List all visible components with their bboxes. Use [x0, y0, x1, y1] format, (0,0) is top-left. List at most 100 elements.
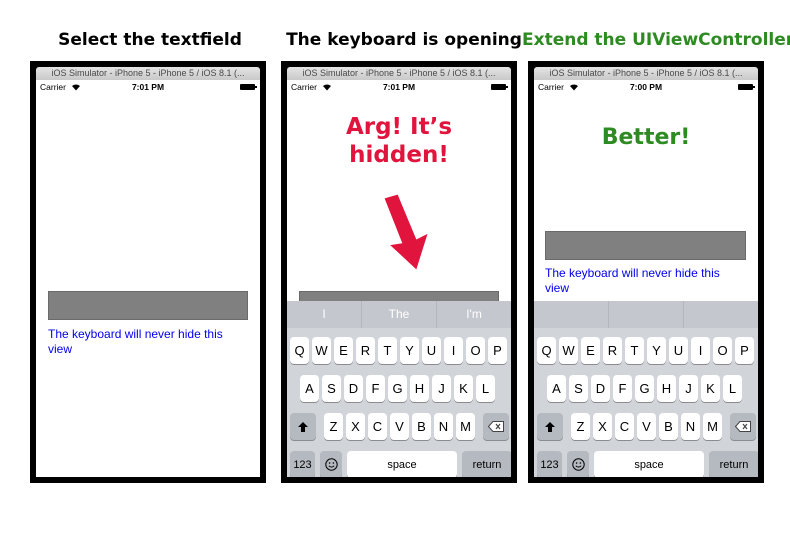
window-titlebar[interactable]: iOS Simulator - iPhone 5 - iPhone 5 / iO…: [534, 67, 758, 80]
status-bar: Carrier 7:01 PM: [36, 80, 260, 94]
delete-key[interactable]: [730, 413, 756, 440]
numbers-key[interactable]: 123: [537, 451, 562, 477]
status-bar: Carrier 7:01 PM: [287, 80, 511, 94]
keyboard-hint-label: The keyboard will never hide this view: [48, 327, 223, 356]
letter-key[interactable]: X: [593, 413, 612, 440]
window-titlebar[interactable]: iOS Simulator - iPhone 5 - iPhone 5 / iO…: [36, 67, 260, 80]
letter-key[interactable]: S: [569, 375, 588, 402]
keyboard-row-4: 123 space return: [537, 451, 758, 477]
keyboard-hint-label: The keyboard will never hide this view: [545, 266, 720, 295]
letter-key[interactable]: A: [547, 375, 566, 402]
letter-key[interactable]: G: [388, 375, 407, 402]
letter-key[interactable]: Z: [571, 413, 590, 440]
letter-key[interactable]: L: [476, 375, 495, 402]
keyboard-row-2: ASDFGHJKL: [300, 375, 495, 402]
suggestion-item[interactable]: The: [362, 301, 437, 328]
emoji-key[interactable]: [567, 451, 589, 477]
letter-key[interactable]: X: [346, 413, 365, 440]
letter-key[interactable]: I: [444, 337, 463, 364]
letter-key[interactable]: N: [434, 413, 453, 440]
letter-key[interactable]: G: [635, 375, 654, 402]
letter-key[interactable]: E: [334, 337, 353, 364]
letter-key[interactable]: S: [322, 375, 341, 402]
suggestion-item[interactable]: [684, 301, 758, 328]
space-key[interactable]: space: [594, 451, 704, 477]
keyboard-row-2: ASDFGHJKL: [547, 375, 742, 402]
suggestion-item[interactable]: I: [287, 301, 362, 328]
letter-key[interactable]: B: [412, 413, 431, 440]
phone-screen: Carrier 7:00 PM Better! The keyboard wil…: [534, 80, 758, 477]
letter-key[interactable]: I: [691, 337, 710, 364]
letter-key[interactable]: L: [723, 375, 742, 402]
letter-key[interactable]: P: [735, 337, 754, 364]
shift-arrow-icon: [298, 421, 308, 432]
letter-key[interactable]: P: [488, 337, 507, 364]
status-time: 7:01 PM: [382, 82, 416, 92]
keyboard-row-1: QWERTYUIOP: [290, 337, 507, 364]
letter-key[interactable]: D: [591, 375, 610, 402]
suggestion-item[interactable]: [534, 301, 609, 328]
delete-key[interactable]: [483, 413, 509, 440]
letter-key[interactable]: H: [410, 375, 429, 402]
phone-screen: Carrier 7:01 PM Arg! It’s hidden! I The …: [287, 80, 511, 477]
letter-key[interactable]: U: [669, 337, 688, 364]
letter-key[interactable]: Y: [647, 337, 666, 364]
window-titlebar[interactable]: iOS Simulator - iPhone 5 - iPhone 5 / iO…: [287, 67, 511, 80]
letter-key[interactable]: M: [456, 413, 475, 440]
letter-keys-row-3: ZXCVBNM: [324, 413, 475, 440]
numbers-key[interactable]: 123: [290, 451, 315, 477]
letter-key[interactable]: J: [679, 375, 698, 402]
letter-key[interactable]: R: [603, 337, 622, 364]
letter-key[interactable]: K: [454, 375, 473, 402]
letter-key[interactable]: Q: [537, 337, 556, 364]
shift-key[interactable]: [290, 413, 316, 440]
letter-key[interactable]: R: [356, 337, 375, 364]
letter-key[interactable]: T: [378, 337, 397, 364]
text-field[interactable]: [545, 231, 746, 260]
letter-key[interactable]: Z: [324, 413, 343, 440]
simulator-window-1: iOS Simulator - iPhone 5 - iPhone 5 / iO…: [30, 61, 266, 483]
letter-key[interactable]: A: [300, 375, 319, 402]
return-key[interactable]: return: [462, 451, 511, 477]
letter-key[interactable]: O: [713, 337, 732, 364]
hidden-callout: Arg! It’s hidden!: [345, 114, 453, 168]
phone-screen: Carrier 7:01 PM The keyboard will never …: [36, 80, 260, 477]
text-field[interactable]: [48, 291, 248, 320]
heading-keyboard-opening: The keyboard is opening: [286, 30, 522, 50]
letter-key[interactable]: V: [390, 413, 409, 440]
space-key[interactable]: space: [347, 451, 457, 477]
letter-key[interactable]: E: [581, 337, 600, 364]
letter-key[interactable]: C: [368, 413, 387, 440]
letter-key[interactable]: Y: [400, 337, 419, 364]
letter-key[interactable]: O: [466, 337, 485, 364]
letter-key[interactable]: Q: [290, 337, 309, 364]
shift-arrow-icon: [545, 421, 555, 432]
heading-select-textfield: Select the textfield: [58, 30, 242, 50]
letter-key[interactable]: N: [681, 413, 700, 440]
letter-key[interactable]: C: [615, 413, 634, 440]
return-key[interactable]: return: [709, 451, 758, 477]
suggestion-item[interactable]: I'm: [437, 301, 511, 328]
battery-icon: [240, 84, 257, 90]
keyboard-row-1: QWERTYUIOP: [537, 337, 754, 364]
letter-key[interactable]: F: [613, 375, 632, 402]
letter-key[interactable]: K: [701, 375, 720, 402]
letter-key[interactable]: F: [366, 375, 385, 402]
letter-key[interactable]: W: [559, 337, 578, 364]
letter-keys-row-3: ZXCVBNM: [571, 413, 722, 440]
letter-key[interactable]: W: [312, 337, 331, 364]
letter-key[interactable]: M: [703, 413, 722, 440]
letter-key[interactable]: V: [637, 413, 656, 440]
letter-key[interactable]: B: [659, 413, 678, 440]
letter-key[interactable]: T: [625, 337, 644, 364]
letter-key[interactable]: H: [657, 375, 676, 402]
keyboard: I The I'm QWERTYUIOP ASDFGHJKL ZXCVBNM 1…: [287, 301, 511, 477]
status-bar: Carrier 7:00 PM: [534, 80, 758, 94]
emoji-key[interactable]: [320, 451, 342, 477]
shift-key[interactable]: [537, 413, 563, 440]
emoji-icon: [571, 458, 585, 471]
letter-key[interactable]: J: [432, 375, 451, 402]
letter-key[interactable]: D: [344, 375, 363, 402]
suggestion-item[interactable]: [609, 301, 684, 328]
letter-key[interactable]: U: [422, 337, 441, 364]
